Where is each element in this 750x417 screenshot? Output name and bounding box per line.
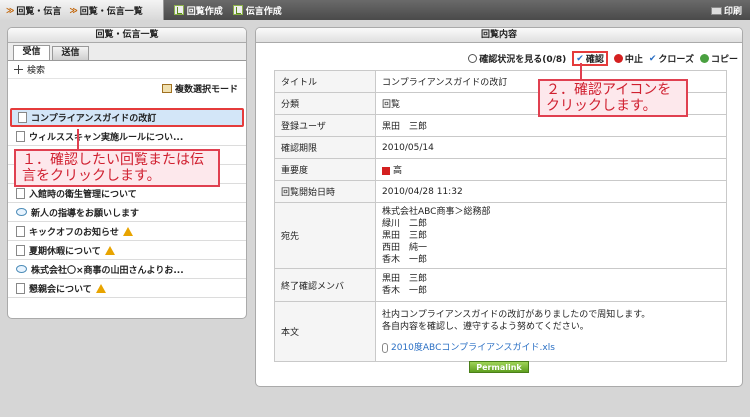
table-row: 登録ユーザ 黒田 三郎	[274, 114, 727, 137]
chevron-right-icon: ≫	[6, 5, 15, 15]
tab-sent[interactable]: 送信	[52, 46, 89, 60]
document-icon	[16, 282, 25, 294]
create-icon	[232, 5, 243, 15]
message-icon	[16, 208, 27, 216]
detail-actions: 確認状況を見る(0/8) ✔ 確認 中止 ✔ クローズ コピー	[462, 51, 738, 66]
warning-icon	[104, 245, 115, 255]
top-toolbar: ≫ 回覧・伝言 ≫ 回覧・伝言一覧 回覧作成 伝言作成 印刷	[0, 0, 750, 20]
checkmark-icon: ✔	[576, 53, 584, 64]
multi-select-mode-button[interactable]: 複数選択モード	[8, 79, 246, 97]
table-row: 確認期限 2010/05/14	[274, 136, 727, 159]
magnifier-icon	[468, 54, 478, 63]
table-row: 重要度高	[274, 158, 727, 181]
stop-icon	[613, 54, 623, 63]
document-icon	[18, 112, 27, 123]
permalink-button[interactable]: Permalink	[469, 361, 529, 373]
create-circular-button[interactable]: 回覧作成	[173, 4, 223, 17]
list-item[interactable]: ウィルススキャン実施ルールについ...	[8, 127, 246, 146]
confirm-button[interactable]: ✔ 確認	[572, 51, 608, 66]
create-icon	[173, 5, 184, 15]
detail-panel-title: 回覧内容	[256, 28, 742, 43]
list-panel-title: 回覧・伝言一覧	[8, 28, 246, 43]
warning-icon	[122, 226, 133, 236]
list-item[interactable]: 懇親会について	[8, 279, 246, 298]
copy-button[interactable]: コピー	[699, 52, 738, 65]
expand-plus-icon	[14, 65, 23, 74]
multi-select-icon	[161, 83, 172, 93]
table-row: 回覧開始日時 2010/04/28 11:32	[274, 180, 727, 203]
callout-step-1: １．確認したい回覧または伝言をクリックします。	[14, 149, 220, 187]
attachment-link[interactable]: 2010度ABCコンプライアンスガイド.xls	[382, 342, 720, 354]
list-item[interactable]: 夏期休暇について	[8, 241, 246, 260]
list-item[interactable]: コンプライアンスガイドの改訂	[10, 108, 244, 127]
print-button[interactable]: 印刷	[710, 4, 742, 17]
list-item[interactable]: 新人の指導をお願いします	[8, 203, 246, 222]
inbox-tabs: 受信 送信	[8, 43, 246, 61]
breadcrumb-item-circular[interactable]: ≫ 回覧・伝言	[6, 4, 61, 17]
breadcrumb-item-list[interactable]: ≫ 回覧・伝言一覧	[69, 4, 142, 17]
callout-1-leader	[77, 129, 79, 149]
chevron-right-icon: ≫	[69, 5, 78, 15]
list-item[interactable]: 株式会社〇×商事の山田さんよりお...	[8, 260, 246, 279]
table-row: 本文 社内コンプライアンスガイドの改訂がありましたので周知します。 各自内容を確…	[274, 301, 727, 362]
close-check-icon: ✔	[648, 53, 657, 64]
document-icon	[16, 244, 25, 256]
message-icon	[16, 265, 27, 273]
table-row: 終了確認メンバ 黒田 三郎 香木 一郎	[274, 268, 727, 302]
red-flag-icon	[382, 166, 390, 175]
copy-icon	[699, 54, 709, 63]
body-text: 社内コンプライアンスガイドの改訂がありましたので周知します。 各自内容を確認し、…	[375, 301, 727, 362]
document-icon	[16, 130, 25, 142]
circular-list: コンプライアンスガイドの改訂 ウィルススキャン実施ルールについ... 入館時の衛…	[8, 108, 246, 298]
stop-button[interactable]: 中止	[613, 52, 643, 65]
document-icon	[16, 225, 25, 237]
confirmed-members: 黒田 三郎 香木 一郎	[375, 268, 727, 302]
callout-step-2: ２．確認アイコンをクリックします。	[538, 79, 688, 117]
document-icon	[16, 187, 25, 199]
close-circular-button[interactable]: ✔ クローズ	[648, 52, 694, 66]
paperclip-icon	[382, 342, 388, 353]
table-row: 宛先 株式会社ABC商事＞総務部 緑川 二郎 黒田 三郎 西田 純一 香木 一郎	[274, 202, 727, 269]
printer-icon	[710, 6, 722, 15]
list-item[interactable]: キックオフのお知らせ	[8, 222, 246, 241]
view-status-button[interactable]: 確認状況を見る(0/8)	[468, 52, 566, 65]
breadcrumb: ≫ 回覧・伝言 ≫ 回覧・伝言一覧	[0, 0, 164, 20]
create-message-button[interactable]: 伝言作成	[232, 4, 282, 17]
tab-received[interactable]: 受信	[13, 45, 50, 60]
callout-2-leader	[580, 63, 582, 79]
search-toggle[interactable]: 検索	[8, 61, 246, 79]
warning-icon	[95, 283, 106, 293]
recipients-list: 株式会社ABC商事＞総務部 緑川 二郎 黒田 三郎 西田 純一 香木 一郎	[375, 202, 727, 269]
